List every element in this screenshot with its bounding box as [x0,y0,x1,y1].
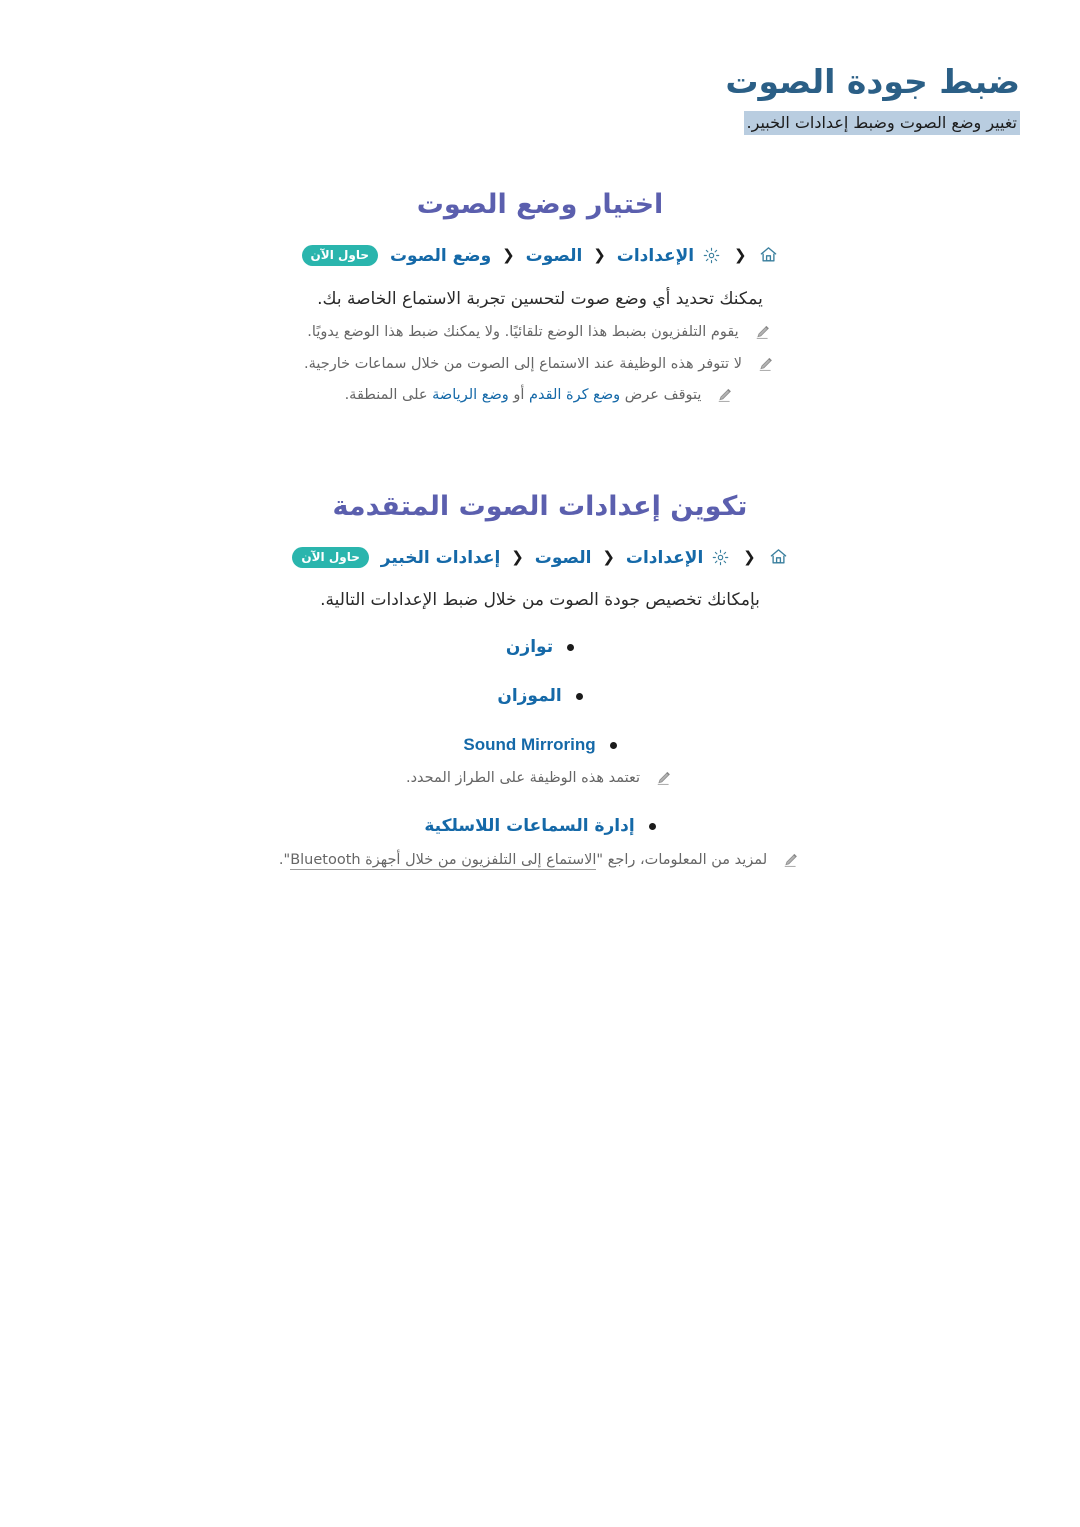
bullet-dot-icon [575,692,583,700]
home-icon[interactable] [769,547,788,575]
gear-icon[interactable] [703,247,720,273]
pencil-note-icon [654,769,674,789]
bullet-dot-icon [567,644,575,652]
section-select-sound-mode: اختيار وضع الصوت ❮ الإعدادات ❮ الصوت ❮ و… [0,187,1080,406]
pencil-note-icon [781,851,801,871]
list-item[interactable]: إدارة السماعات اللاسلكية [60,814,1020,839]
breadcrumb-settings[interactable]: الإعدادات [626,548,703,568]
chevron-left-icon: ❮ [743,547,756,566]
note-text: يقوم التلفزيون بضبط هذا الوضع تلقائيًا. … [307,324,739,341]
note-text: لا تتوفر هذه الوظيفة عند الاستماع إلى ال… [304,355,742,372]
chevron-left-icon: ❮ [502,246,515,265]
setting-sound-mirroring[interactable]: Sound Mirroring [463,733,595,758]
note-item: تعتمد هذه الوظيفة على الطراز المحدد. [60,767,1020,789]
page-title: ضبط جودة الصوت [725,62,1020,101]
breadcrumb-sound[interactable]: الصوت [526,246,583,266]
pencil-note-icon [715,386,735,406]
note-item: يتوقف عرض وضع كرة القدم أو وضع الرياضة ع… [60,384,1020,406]
note-text: لمزيد من المعلومات، راجع "الاستماع إلى ا… [278,851,768,870]
chevron-left-icon: ❮ [602,547,615,566]
home-icon[interactable] [759,245,778,273]
breadcrumb-sound[interactable]: الصوت [535,548,592,568]
pencil-note-icon [753,323,773,343]
section-heading: اختيار وضع الصوت [416,189,664,221]
list-item[interactable]: توازن [60,635,1020,660]
navigation-path: ❮ الإعدادات ❮ الصوت ❮ وضع الصوت حاول الآ… [60,244,1020,273]
note-text: يتوقف عرض وضع كرة القدم أو وضع الرياضة ع… [344,387,702,404]
document-header: ضبط جودة الصوت تغيير وضع الصوت وضبط إعدا… [0,0,1080,135]
note-item: يقوم التلفزيون بضبط هذا الوضع تلقائيًا. … [60,321,1020,343]
try-now-badge[interactable]: حاول الآن [292,546,369,568]
inline-setting-football-mode: وضع كرة القدم [529,387,621,404]
note-list: يقوم التلفزيون بضبط هذا الوضع تلقائيًا. … [60,321,1020,406]
breadcrumb-expert-settings[interactable]: إعدادات الخبير [381,548,501,568]
gear-icon[interactable] [712,549,729,575]
bullet-dot-icon [648,822,656,830]
note-item: لا تتوفر هذه الوظيفة عند الاستماع إلى ال… [60,353,1020,375]
section-body-text: يمكنك تحديد أي وضع صوت لتحسين تجربة الاس… [317,288,763,309]
section-body-text: بإمكانك تخصيص جودة الصوت من خلال ضبط الإ… [320,590,760,611]
bullet-dot-icon [609,741,617,749]
page-subtitle: تغيير وضع الصوت وضبط إعدادات الخبير. [743,110,1020,135]
breadcrumb-sound-mode[interactable]: وضع الصوت [390,246,491,266]
chevron-left-icon: ❮ [593,246,606,265]
document-page: ضبط جودة الصوت تغيير وضع الصوت وضبط إعدا… [0,0,1080,1527]
setting-manage-wireless-speakers[interactable]: إدارة السماعات اللاسلكية [424,814,634,839]
note-text: تعتمد هذه الوظيفة على الطراز المحدد. [405,770,641,787]
setting-balance[interactable]: توازن [506,635,553,660]
note-item: لمزيد من المعلومات، راجع "الاستماع إلى ا… [60,849,1020,871]
setting-equalizer[interactable]: الموزان [497,684,561,709]
chevron-left-icon: ❮ [511,547,524,566]
breadcrumb-settings[interactable]: الإعدادات [617,246,694,266]
pencil-note-icon [756,355,776,375]
chevron-left-icon: ❮ [733,246,747,265]
cross-reference-link[interactable]: الاستماع إلى التلفزيون من خلال أجهزة Blu… [290,851,597,870]
page-subtitle-wrapper: تغيير وضع الصوت وضبط إعدادات الخبير. [60,110,1020,136]
inline-setting-sports-mode: وضع الرياضة [432,387,509,404]
section-heading: تكوين إعدادات الصوت المتقدمة [332,490,748,522]
settings-bullet-list: توازن الموزان Sound Mirroring تعتمد هذه … [60,635,1020,871]
navigation-path: ❮ الإعدادات ❮ الصوت ❮ إعدادات الخبير حاو… [60,546,1020,575]
list-item[interactable]: الموزان [60,684,1020,709]
try-now-badge[interactable]: حاول الآن [301,245,379,267]
section-configure-advanced-sound: تكوين إعدادات الصوت المتقدمة ❮ الإعدادات… [0,489,1080,871]
list-item[interactable]: Sound Mirroring [60,733,1020,758]
